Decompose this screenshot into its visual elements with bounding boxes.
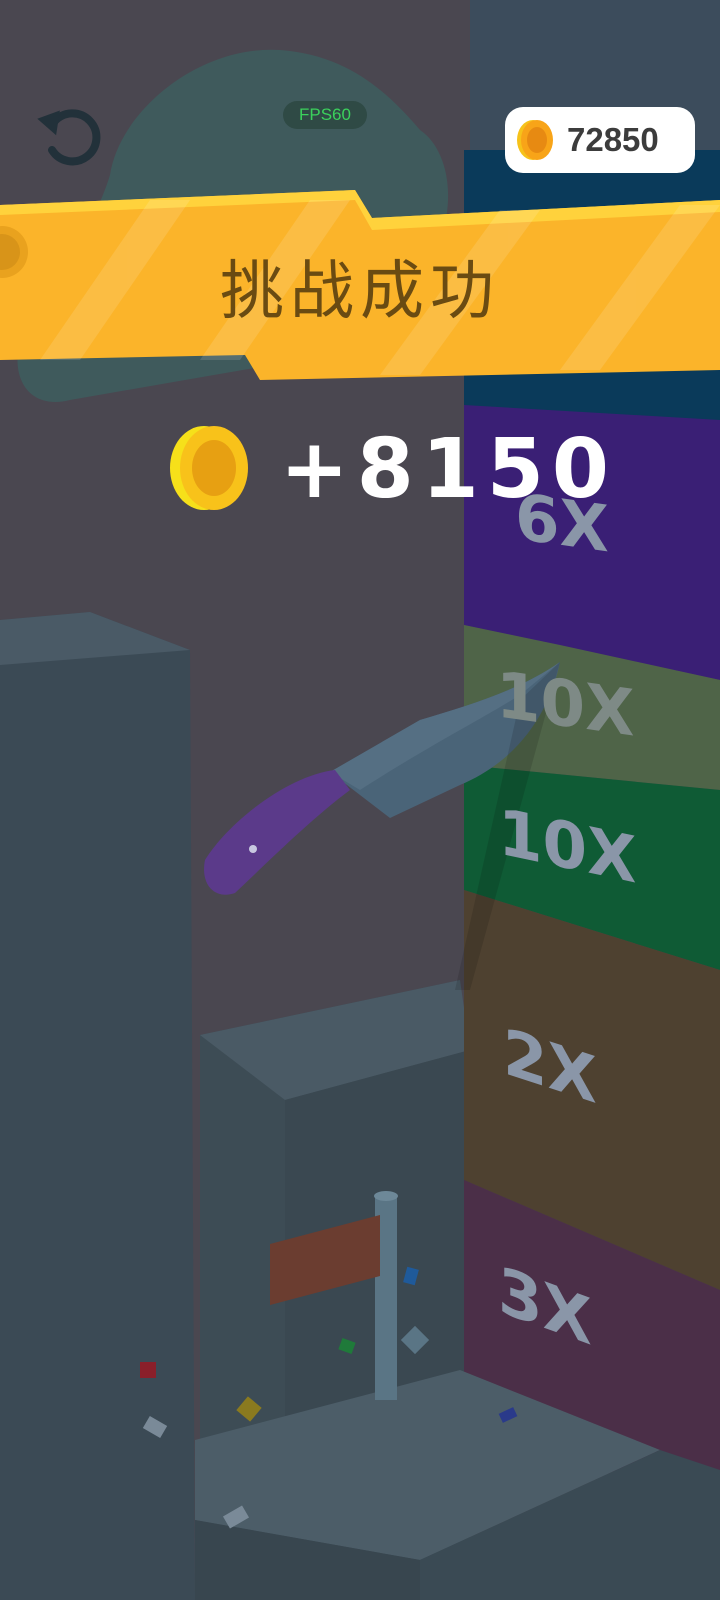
result-title: 挑战成功	[220, 255, 500, 329]
game-screen: 6X 10X 10X 2X 3X FPS60 72850 挑战成功 +8150	[0, 0, 720, 1600]
reward-amount: +8150	[280, 422, 617, 517]
coin-total: 72850	[567, 121, 659, 158]
undo-button[interactable]	[30, 96, 110, 176]
undo-icon	[37, 109, 101, 166]
coin-counter: 72850	[505, 107, 695, 173]
coin-icon	[517, 120, 553, 160]
fps-label: FPS60	[299, 105, 351, 124]
reward-coin-icon	[170, 426, 248, 510]
